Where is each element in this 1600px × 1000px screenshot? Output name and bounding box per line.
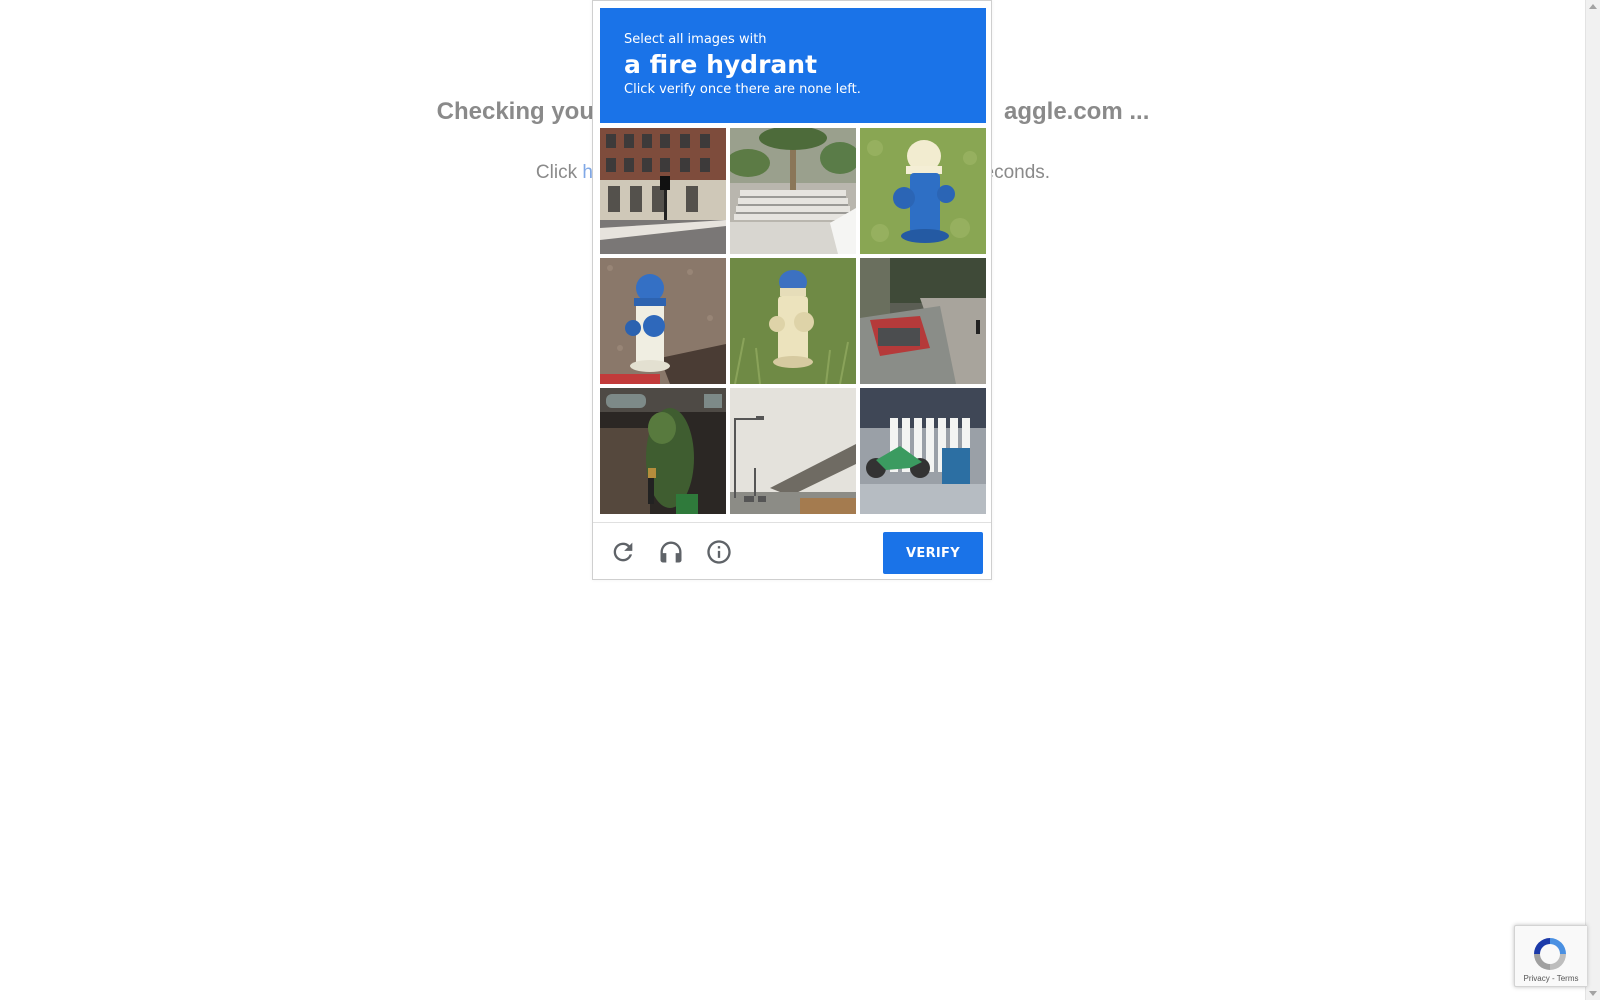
reload-icon[interactable] — [609, 538, 637, 566]
captcha-challenge-dialog: Select all images with a fire hydrant Cl… — [592, 0, 992, 580]
tile-blue-white-hydrant-gravel[interactable] — [600, 258, 726, 384]
scroll-up-arrow-icon[interactable] — [1589, 4, 1597, 9]
captcha-header: Select all images with a fire hydrant Cl… — [600, 8, 986, 123]
tile-storefront-with-plants[interactable] — [600, 388, 726, 514]
verify-button[interactable]: VERIFY — [883, 532, 983, 574]
headphones-icon[interactable] — [657, 538, 685, 566]
vertical-scrollbar[interactable] — [1585, 0, 1600, 1000]
tile-blue-white-hydrant-grass[interactable] — [860, 128, 986, 254]
recaptcha-badge[interactable]: Privacy - Terms — [1514, 925, 1587, 987]
tile-white-hydrant-blue-cap-grass[interactable] — [730, 258, 856, 384]
image-grid — [600, 128, 986, 514]
info-icon[interactable] — [705, 538, 733, 566]
tile-motorcycle-fence[interactable] — [860, 388, 986, 514]
privacy-terms-links[interactable]: Privacy - Terms — [1515, 974, 1587, 983]
tile-street-lamps-overpass[interactable] — [730, 388, 856, 514]
scroll-down-arrow-icon[interactable] — [1589, 991, 1597, 996]
tile-car-street-sidewalk[interactable] — [860, 258, 986, 384]
tile-building-street-corner[interactable] — [600, 128, 726, 254]
recaptcha-logo-icon — [1534, 938, 1566, 970]
target-object-text: a fire hydrant — [624, 50, 818, 79]
tile-stairs-palm-trees[interactable] — [730, 128, 856, 254]
captcha-footer: VERIFY — [593, 522, 991, 580]
instruction-subtext: Click verify once there are none left. — [624, 82, 861, 97]
instruction-text: Select all images with — [624, 32, 767, 47]
